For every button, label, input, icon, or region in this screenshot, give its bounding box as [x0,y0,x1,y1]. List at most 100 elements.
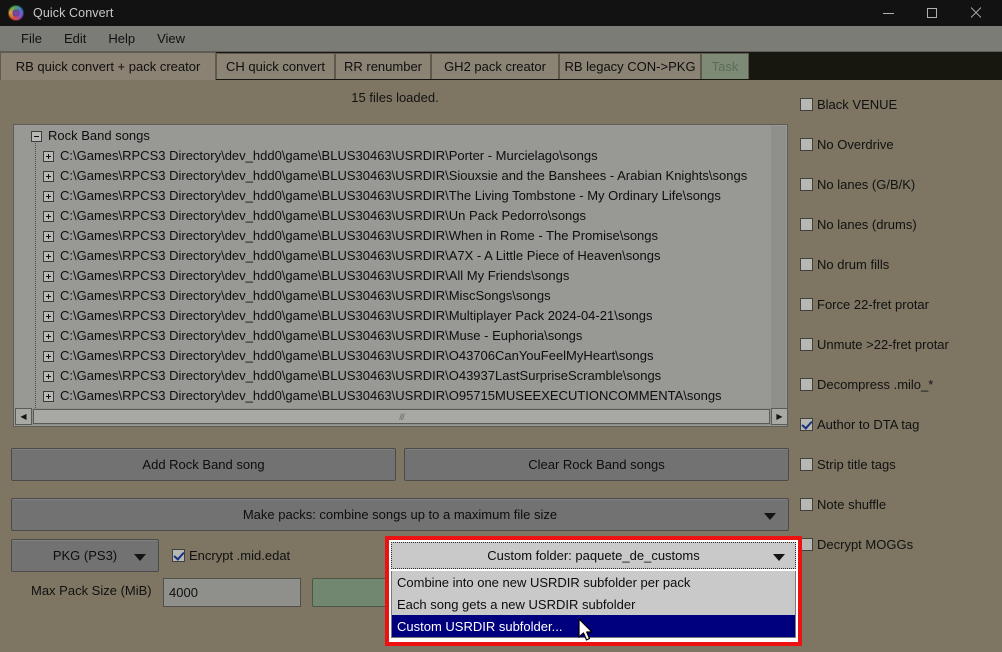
menu-item-edit[interactable]: Edit [53,28,97,49]
option-unmute-22-fret-protar[interactable]: Unmute >22-fret protar [800,334,1000,354]
option-strip-title-tags[interactable]: Strip title tags [800,454,1000,474]
tree-horizontal-scrollbar[interactable]: ◀ /// ▶ [15,408,788,425]
option-no-drum-fills[interactable]: No drum fills [800,254,1000,274]
tree-item-row[interactable]: C:\Games\RPCS3 Directory\dev_hdd0\game\B… [15,143,772,166]
dropdown-option-list: Combine into one new USRDIR subfolder pe… [391,571,796,638]
expand-icon[interactable] [43,310,54,322]
tree-root-row[interactable]: Rock Band songs [15,126,772,146]
scroll-left-icon[interactable]: ◀ [15,408,32,425]
option-label: No drum fills [817,256,890,272]
option-black-venue[interactable]: Black VENUE [800,94,1000,114]
expand-icon[interactable] [43,250,54,262]
output-format-combo[interactable]: PKG (PS3) [11,539,159,572]
checkbox-box[interactable] [800,257,813,271]
tab-bar: RB quick convert + pack creator CH quick… [0,52,1002,80]
tree-item-label: C:\Games\RPCS3 Directory\dev_hdd0\game\B… [60,308,653,323]
output-format-combo-label: PKG (PS3) [52,548,118,563]
expand-icon[interactable] [43,150,54,162]
expand-icon[interactable] [43,290,54,302]
expand-icon[interactable] [43,230,54,242]
chevron-down-icon [134,553,146,561]
dropdown-selected-value[interactable]: Custom folder: paquete_de_customs [391,542,796,569]
checkbox-box[interactable] [800,137,813,151]
tree-item-row[interactable]: C:\Games\RPCS3 Directory\dev_hdd0\game\B… [15,283,772,306]
tree-item-row[interactable]: C:\Games\RPCS3 Directory\dev_hdd0\game\B… [15,363,772,386]
checkbox-box[interactable] [800,217,813,231]
tab-gh2-pack-creator[interactable]: GH2 pack creator [431,53,559,79]
expand-icon[interactable] [43,170,54,182]
tree-item-label: C:\Games\RPCS3 Directory\dev_hdd0\game\B… [60,248,661,263]
scrollbar-thumb[interactable]: /// [33,409,770,424]
checkbox-box[interactable] [172,549,185,562]
option-no-lanes-drums[interactable]: No lanes (drums) [800,214,1000,234]
option-label: Author to DTA tag [817,416,920,432]
option-force-22-fret-protar[interactable]: Force 22-fret protar [800,294,1000,314]
tab-rr-renumber[interactable]: RR renumber [335,53,431,79]
tree-item-row[interactable]: C:\Games\RPCS3 Directory\dev_hdd0\game\B… [15,263,772,286]
expand-icon[interactable] [43,390,54,402]
app-circle-icon [8,5,24,21]
scroll-right-icon[interactable]: ▶ [771,408,788,425]
max-pack-size-input[interactable] [163,578,301,607]
checkbox-box[interactable] [800,377,813,391]
expand-icon[interactable] [43,190,54,202]
option-no-lanes-gbk[interactable]: No lanes (G/B/K) [800,174,1000,194]
option-decompress-milo[interactable]: Decompress .milo_* [800,374,1000,394]
collapse-icon[interactable] [31,130,42,142]
expand-icon[interactable] [43,350,54,362]
options-panel: Black VENUE No Overdrive No lanes (G/B/K… [800,94,1000,574]
option-note-shuffle[interactable]: Note shuffle [800,494,1000,514]
option-label: Decrypt MOGGs [817,536,914,552]
tree-item-row[interactable]: C:\Games\RPCS3 Directory\dev_hdd0\game\B… [15,343,772,366]
close-button[interactable] [954,0,998,26]
menu-item-help[interactable]: Help [97,28,146,49]
tree-item-row[interactable]: C:\Games\RPCS3 Directory\dev_hdd0\game\B… [15,223,772,246]
minimize-button[interactable] [866,0,910,26]
tree-item-label: C:\Games\RPCS3 Directory\dev_hdd0\game\B… [60,208,587,223]
tree-item-row[interactable]: C:\Games\RPCS3 Directory\dev_hdd0\game\B… [15,163,772,186]
checkbox-box[interactable] [800,417,813,431]
song-tree-panel[interactable]: Rock Band songs C:\Games\RPCS3 Directory… [13,124,788,427]
menu-item-view[interactable]: View [146,28,196,49]
tree-item-row[interactable]: C:\Games\RPCS3 Directory\dev_hdd0\game\B… [15,303,772,326]
option-no-overdrive[interactable]: No Overdrive [800,134,1000,154]
checkbox-box[interactable] [800,297,813,311]
option-decrypt-moggs[interactable]: Decrypt MOGGs [800,534,1000,554]
option-label: Force 22-fret protar [817,296,929,312]
status-files-loaded: 15 files loaded. [351,90,439,105]
checkbox-box[interactable] [800,97,813,111]
tree-vertical-scrollbar[interactable] [771,126,786,409]
checkbox-box[interactable] [800,337,813,351]
tree-item-row[interactable]: C:\Games\RPCS3 Directory\dev_hdd0\game\B… [15,183,772,206]
expand-icon[interactable] [43,370,54,382]
dropdown-option-combine-one-subfolder[interactable]: Combine into one new USRDIR subfolder pe… [392,571,795,593]
expand-icon[interactable] [43,210,54,222]
menu-item-file[interactable]: File [10,28,53,49]
checkbox-box[interactable] [800,497,813,511]
tree-item-row[interactable]: C:\Games\RPCS3 Directory\dev_hdd0\game\B… [15,203,772,226]
tab-rb-legacy-con-pkg[interactable]: RB legacy CON->PKG [559,53,701,79]
option-label: Black VENUE [817,96,898,112]
tree-item-label: C:\Games\RPCS3 Directory\dev_hdd0\game\B… [60,328,583,343]
expand-icon[interactable] [43,270,54,282]
encrypt-mid-edat-checkbox[interactable]: Encrypt .mid.edat [172,548,290,563]
expand-icon[interactable] [43,330,54,342]
dropdown-option-each-song-subfolder[interactable]: Each song gets a new USRDIR subfolder [392,593,795,615]
dropdown-option-custom-subfolder[interactable]: Custom USRDIR subfolder... [392,615,795,637]
checkbox-box[interactable] [800,177,813,191]
tab-ch-quick-convert[interactable]: CH quick convert [216,53,335,79]
tree-item-row[interactable]: C:\Games\RPCS3 Directory\dev_hdd0\game\B… [15,243,772,266]
option-author-to-dta-tag[interactable]: Author to DTA tag [800,414,1000,434]
tree-item-row[interactable]: C:\Games\RPCS3 Directory\dev_hdd0\game\B… [15,383,772,406]
checkbox-box[interactable] [800,457,813,471]
add-rock-band-song-button[interactable]: Add Rock Band song [11,448,396,481]
dropdown-selected-label: Custom folder: paquete_de_customs [487,548,700,563]
pack-mode-combo[interactable]: Make packs: combine songs up to a maximu… [11,498,789,531]
tab-rb-quick-convert-pack-creator[interactable]: RB quick convert + pack creator [0,52,216,80]
window-title: Quick Convert [33,6,114,20]
maximize-button[interactable] [910,0,954,26]
usrdir-subfolder-dropdown[interactable]: Custom folder: paquete_de_customs Combin… [385,536,802,646]
clear-rock-band-songs-button[interactable]: Clear Rock Band songs [404,448,789,481]
tree-item-row[interactable]: C:\Games\RPCS3 Directory\dev_hdd0\game\B… [15,323,772,346]
tab-task[interactable]: Task [701,53,749,79]
